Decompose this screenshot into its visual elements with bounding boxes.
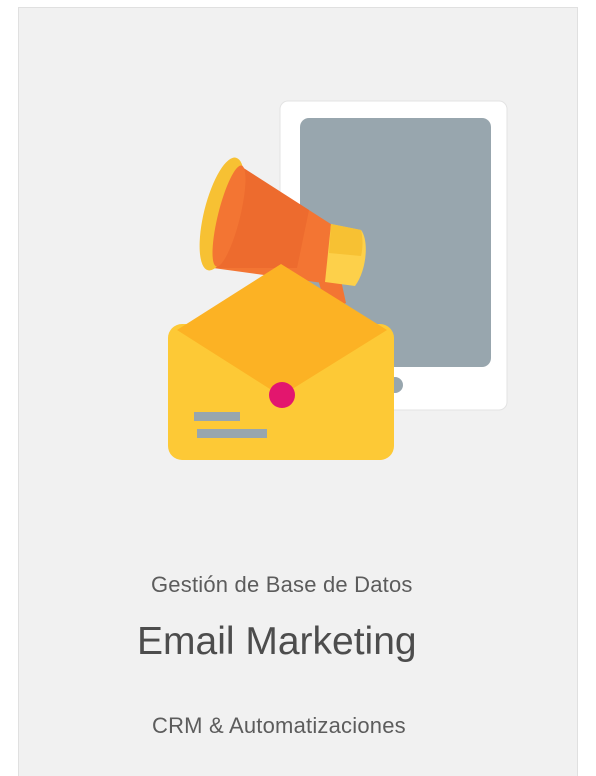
kicker-text: Gestión de Base de Datos: [151, 572, 413, 597]
card-title: Email Marketing: [137, 620, 417, 663]
card-subtitle: CRM & Automatizaciones: [152, 713, 406, 738]
email-marketing-illustration: [149, 98, 529, 468]
illustration-svg: [168, 100, 508, 460]
feature-card: Gestión de Base de Datos Email Marketing…: [18, 7, 578, 776]
